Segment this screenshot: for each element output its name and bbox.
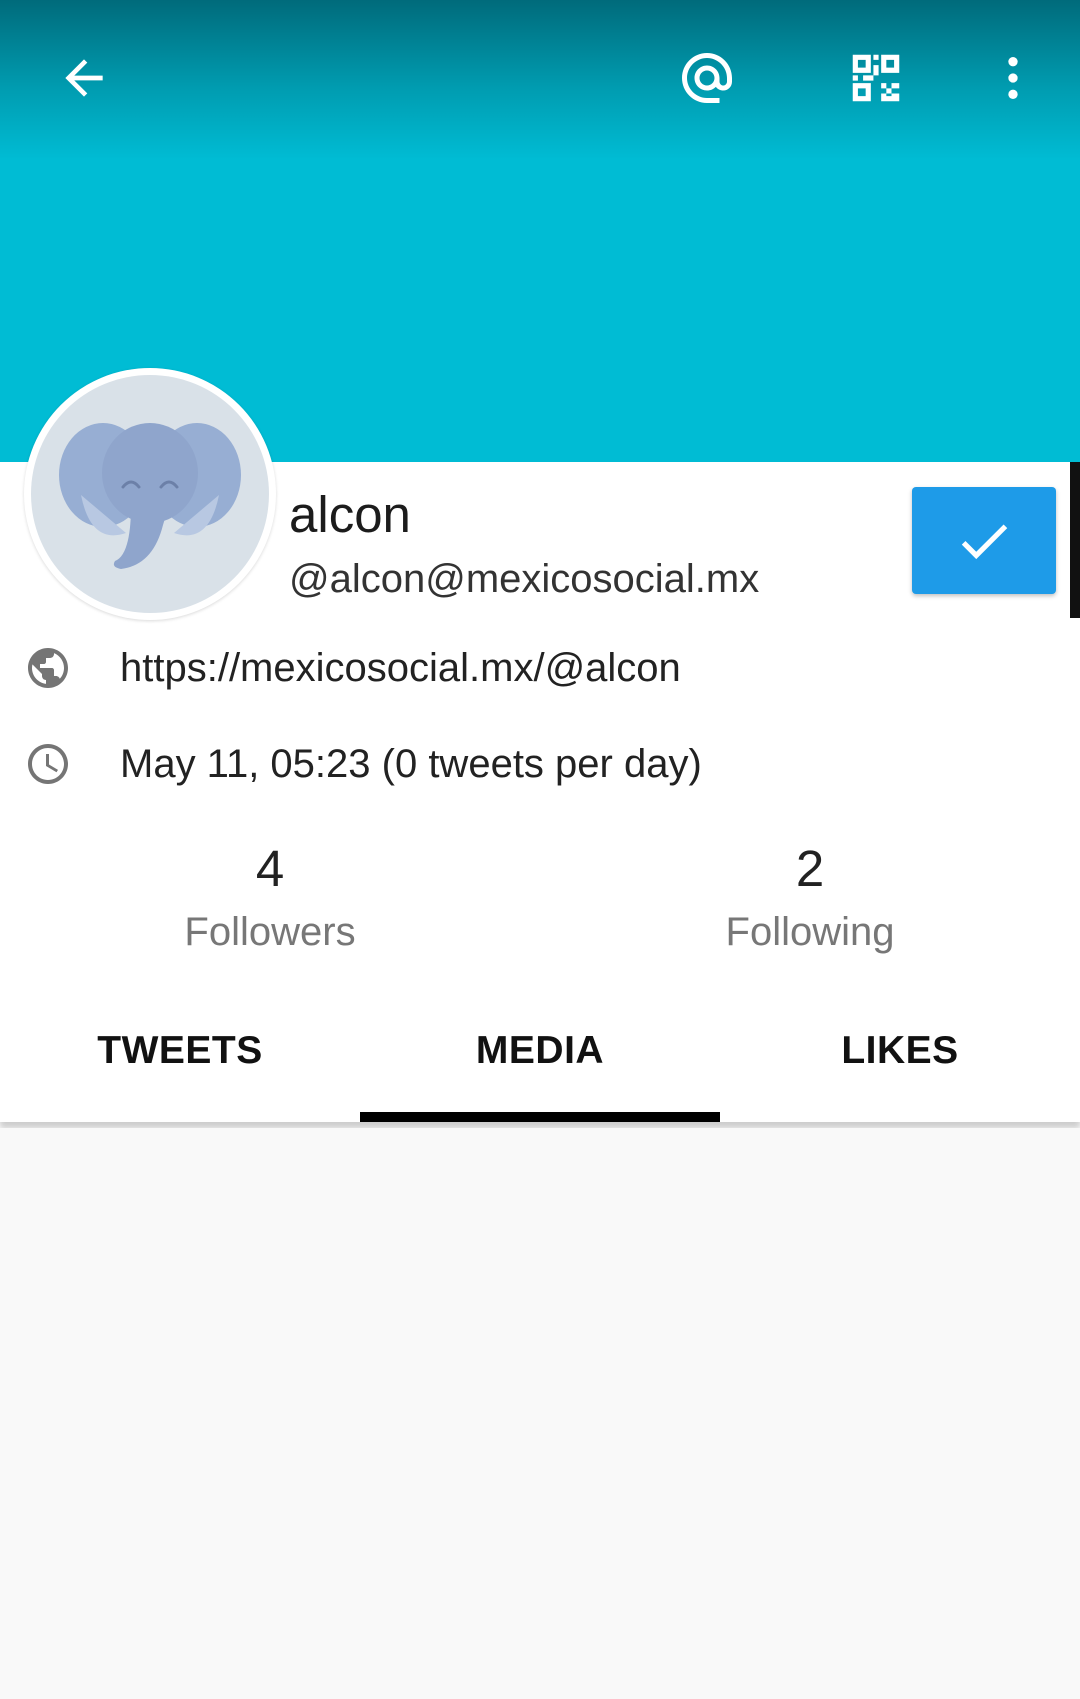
profile-tabs: TWEETS MEDIA LIKES (0, 995, 1080, 1122)
arrow-left-icon (65, 59, 103, 97)
tab-media-label: MEDIA (475, 1029, 605, 1072)
joined-row: May 11, 05:23 (0 tweets per day) (24, 734, 702, 794)
qr-code-button[interactable] (828, 30, 924, 126)
more-vertical-icon (1008, 57, 1018, 99)
elephant-avatar-icon (59, 423, 241, 569)
display-name: alcon (289, 486, 411, 543)
clock-icon (24, 740, 72, 788)
following-stat[interactable]: 2 Following (610, 838, 1010, 960)
website-row: https://mexicosocial.mx/@alcon (24, 638, 681, 698)
avatar-image (31, 375, 269, 613)
tab-likes[interactable]: LIKES (720, 995, 1080, 1122)
tab-media[interactable]: MEDIA (360, 995, 720, 1122)
more-options-button[interactable] (965, 30, 1061, 126)
following-label: Following (725, 910, 895, 954)
tab-likes-label: LIKES (841, 1029, 959, 1072)
followers-stat[interactable]: 4 Followers (70, 838, 470, 960)
mention-button[interactable] (659, 30, 755, 126)
check-icon (961, 523, 1008, 559)
at-sign-icon (682, 53, 732, 103)
followers-label: Followers (184, 910, 356, 954)
tab-tweets-label: TWEETS (97, 1029, 263, 1072)
following-count: 2 (795, 840, 825, 897)
tab-tweets[interactable]: TWEETS (0, 995, 360, 1122)
back-button[interactable] (36, 30, 132, 126)
joined-date: May 11, 05:23 (0 tweets per day) (120, 741, 702, 786)
website-link[interactable]: https://mexicosocial.mx/@alcon (120, 646, 681, 691)
followers-count: 4 (255, 840, 285, 897)
media-content-area (0, 1128, 1080, 1699)
user-handle: @alcon@mexicosocial.mx (289, 557, 760, 601)
globe-icon (24, 644, 72, 692)
following-button[interactable] (912, 487, 1056, 594)
avatar[interactable] (24, 368, 276, 620)
edge-strip (1070, 462, 1080, 618)
qr-code-icon (852, 54, 900, 102)
